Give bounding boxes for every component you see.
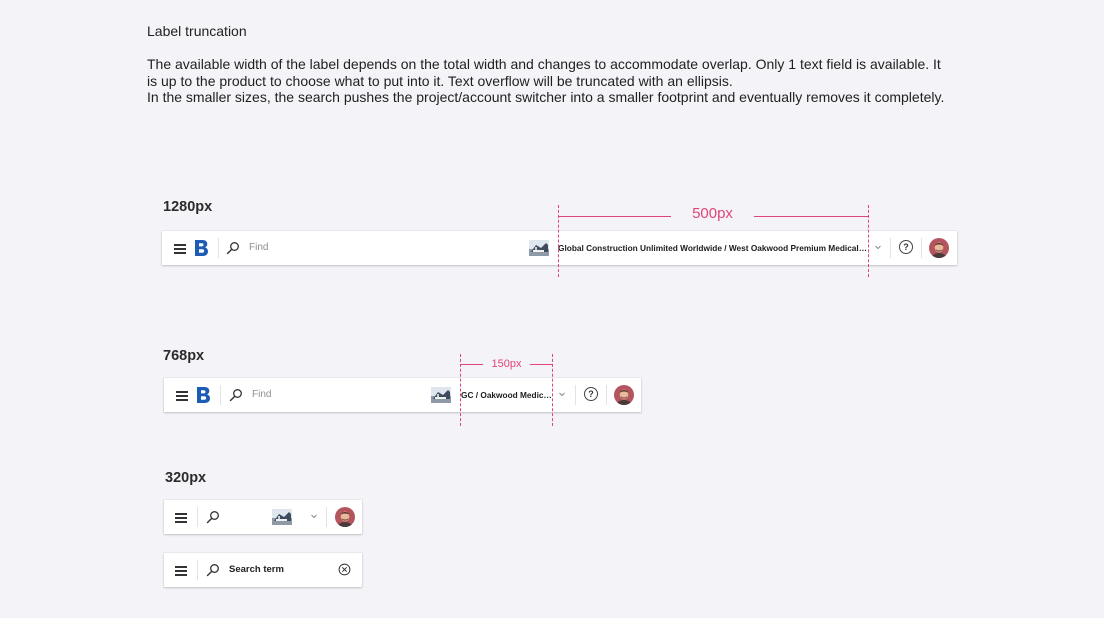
page-heading: Label truncation (147, 23, 247, 39)
chevron-down-icon[interactable] (309, 511, 319, 521)
size-label-large: 1280px (163, 199, 213, 215)
search-icon[interactable] (206, 510, 220, 524)
clear-icon[interactable] (338, 563, 351, 576)
divider (197, 507, 198, 527)
top-bar-small (164, 500, 362, 534)
project-thumbnail (431, 387, 451, 403)
guide-line (868, 205, 869, 277)
divider (197, 560, 198, 580)
guide-line (552, 354, 553, 426)
project-thumbnail (272, 509, 292, 525)
search-icon[interactable] (206, 563, 220, 577)
search-icon[interactable] (226, 241, 240, 255)
menu-icon[interactable] (176, 391, 188, 401)
avatar[interactable] (929, 238, 949, 258)
avatar[interactable] (335, 507, 355, 527)
project-switcher-label[interactable]: GC / Oakwood Medical Center (461, 388, 553, 402)
description-paragraph-2: In the smaller sizes, the search pushes … (147, 89, 945, 105)
search-input[interactable]: Find (249, 241, 268, 255)
size-label-medium: 768px (163, 348, 205, 364)
brand-logo-icon[interactable] (194, 239, 209, 257)
guide-line (461, 364, 483, 365)
top-bar-large: Find Global Construction Unlimited World… (162, 231, 957, 265)
size-label-small: 320px (165, 470, 207, 486)
divider (575, 385, 576, 405)
divider (326, 507, 327, 527)
search-input[interactable]: Find (252, 388, 271, 402)
divider (890, 238, 891, 258)
search-icon[interactable] (229, 388, 243, 402)
menu-icon[interactable] (175, 566, 187, 576)
description-paragraph-1: The available width of the label depends… (147, 56, 941, 89)
menu-icon[interactable] (175, 513, 187, 523)
chevron-down-icon[interactable] (873, 242, 883, 252)
top-bar-small-search-active: Search term (164, 553, 362, 587)
project-switcher-label[interactable]: Global Construction Unlimited Worldwide … (558, 241, 869, 255)
menu-icon[interactable] (174, 244, 186, 254)
dimension-label-large: 500px (692, 205, 733, 222)
search-input[interactable]: Search term (229, 563, 284, 577)
avatar[interactable] (614, 385, 634, 405)
guide-line (530, 364, 552, 365)
divider (606, 385, 607, 405)
top-bar-medium: Find GC / Oakwood Medical Center ? (164, 378, 641, 412)
brand-logo-icon[interactable] (196, 386, 211, 404)
help-icon[interactable]: ? (899, 240, 913, 254)
description: The available width of the label depends… (147, 56, 947, 106)
chevron-down-icon[interactable] (557, 389, 567, 399)
help-icon[interactable]: ? (584, 387, 598, 401)
dimension-label-medium: 150px (491, 358, 522, 370)
guide-line (754, 216, 868, 217)
guide-line (559, 216, 671, 217)
divider (218, 238, 219, 258)
divider (220, 385, 221, 405)
divider (921, 238, 922, 258)
project-thumbnail (529, 240, 549, 256)
